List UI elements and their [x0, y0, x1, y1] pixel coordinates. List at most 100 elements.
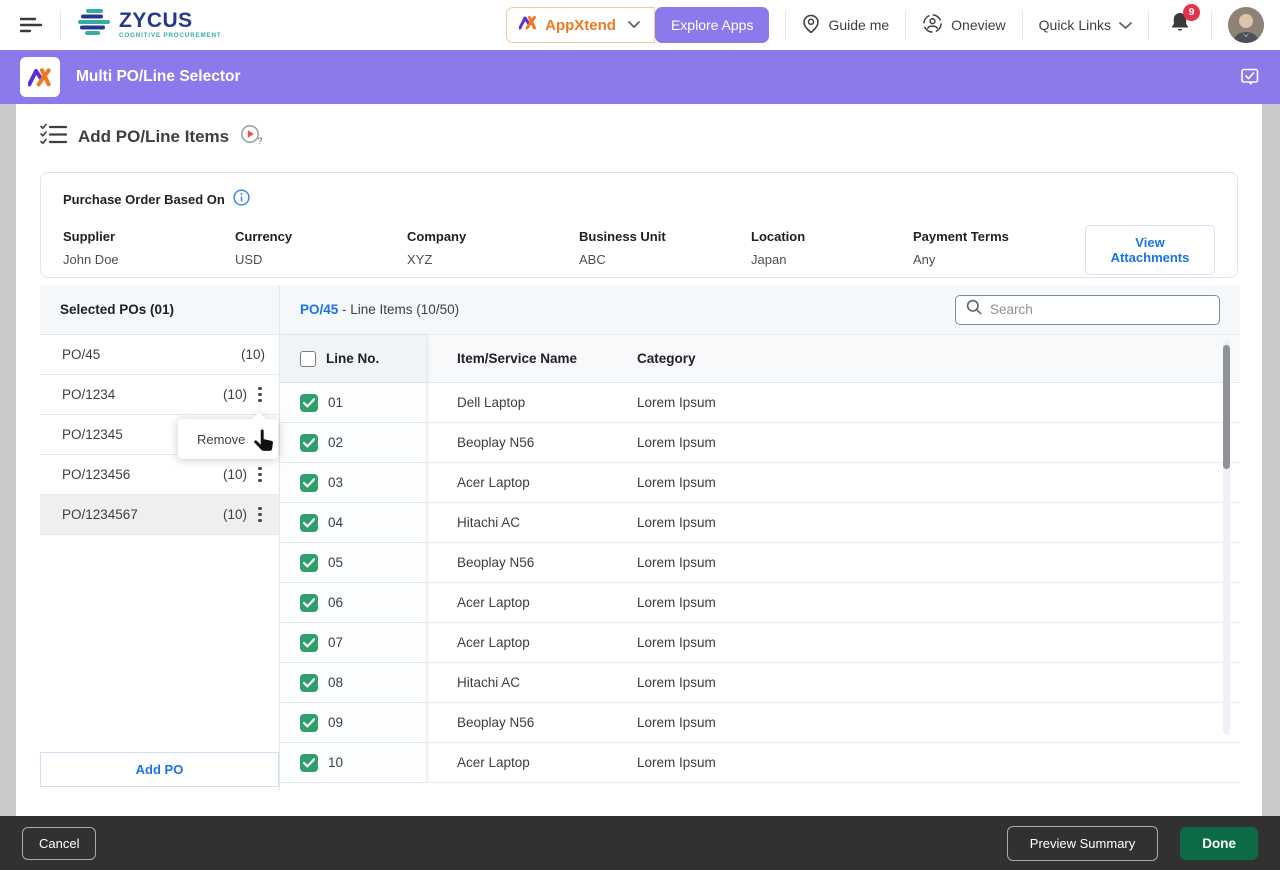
- selected-po-item[interactable]: PO/1234 (10): [40, 375, 279, 415]
- line-items-table-body: 01 Dell Laptop Lorem Ipsum 02 Beoplay N5…: [280, 383, 1240, 783]
- line-item-row[interactable]: 03 Acer Laptop Lorem Ipsum: [280, 463, 1240, 503]
- svg-text:?: ?: [258, 136, 263, 146]
- brand-name: ZYCUS: [119, 10, 222, 31]
- line-items-panel: PO/45 - Line Items (10/50): [280, 285, 1240, 791]
- line-no-cell: 01: [328, 395, 343, 410]
- row-checkbox[interactable]: [300, 674, 318, 692]
- po-card-title: Purchase Order Based On: [63, 192, 225, 207]
- screen: ZYCUS COGNITIVE PROCUREMENT AppXtend E: [0, 0, 1280, 870]
- selected-po-item[interactable]: PO/1234567 (10): [40, 495, 279, 535]
- category-cell: Lorem Ipsum: [637, 555, 1240, 570]
- table-scrollbar: [1223, 339, 1230, 735]
- row-checkbox[interactable]: [300, 714, 318, 732]
- explore-apps-button[interactable]: Explore Apps: [655, 7, 770, 43]
- category-cell: Lorem Ipsum: [637, 755, 1240, 770]
- po-field-value: Any: [913, 252, 1085, 267]
- row-checkbox[interactable]: [300, 514, 318, 532]
- top-bar: ZYCUS COGNITIVE PROCUREMENT AppXtend E: [0, 0, 1280, 50]
- column-item-name: Item/Service Name: [427, 351, 637, 366]
- checklist-icon: [40, 123, 67, 151]
- notification-bell-icon: [1169, 22, 1191, 39]
- selected-po-item[interactable]: PO/45 (10): [40, 335, 279, 375]
- category-cell: Lorem Ipsum: [637, 515, 1240, 530]
- table-header-row: Line No. Item/Service Name Category: [280, 335, 1240, 383]
- line-item-row[interactable]: 10 Acer Laptop Lorem Ipsum: [280, 743, 1240, 783]
- po-field-value: XYZ: [407, 252, 579, 267]
- selected-pos-header: Selected POs (01): [40, 285, 279, 335]
- oneview-label: Oneview: [951, 17, 1005, 33]
- po-field: Company XYZ: [407, 229, 579, 267]
- selected-pos-panel: Selected POs (01) PO/45 (10) PO/1234 (10…: [40, 285, 280, 791]
- selected-pos-title: Selected POs (01): [60, 302, 174, 317]
- item-name-cell: Beoplay N56: [427, 555, 637, 570]
- po-name: PO/1234567: [62, 507, 223, 522]
- item-name-cell: Hitachi AC: [427, 675, 637, 690]
- po-count: (10): [241, 347, 265, 362]
- line-item-row[interactable]: 01 Dell Laptop Lorem Ipsum: [280, 383, 1240, 423]
- po-item-menu-button[interactable]: [251, 504, 269, 526]
- po-item-menu-button[interactable]: [251, 384, 269, 406]
- line-item-row[interactable]: 06 Acer Laptop Lorem Ipsum: [280, 583, 1240, 623]
- item-name-cell: Beoplay N56: [427, 435, 637, 450]
- po-field-label: Company: [407, 229, 579, 244]
- selected-po-item[interactable]: PO/123456 (10): [40, 455, 279, 495]
- hamburger-menu-icon[interactable]: [20, 16, 44, 34]
- user-avatar[interactable]: [1228, 7, 1264, 43]
- category-cell: Lorem Ipsum: [637, 715, 1240, 730]
- view-attachments-button[interactable]: View Attachments: [1085, 225, 1215, 275]
- line-item-row[interactable]: 09 Beoplay N56 Lorem Ipsum: [280, 703, 1240, 743]
- app-banner: Multi PO/Line Selector: [0, 50, 1280, 104]
- chevron-down-icon: [1119, 17, 1132, 33]
- po-name: PO/1234: [62, 387, 223, 402]
- action-bar: Cancel Preview Summary Done: [0, 816, 1280, 870]
- line-item-row[interactable]: 02 Beoplay N56 Lorem Ipsum: [280, 423, 1240, 463]
- row-checkbox[interactable]: [300, 594, 318, 612]
- scrollbar-thumb[interactable]: [1223, 345, 1230, 469]
- guide-me-button[interactable]: Guide me: [802, 14, 889, 37]
- line-no-cell: 08: [328, 675, 343, 690]
- person-circle-icon: [922, 13, 943, 37]
- page-title: Multi PO/Line Selector: [76, 68, 241, 86]
- item-name-cell: Acer Laptop: [427, 475, 637, 490]
- row-checkbox[interactable]: [300, 634, 318, 652]
- po-line-panels: Selected POs (01) PO/45 (10) PO/1234 (10…: [40, 285, 1240, 791]
- add-po-button[interactable]: Add PO: [40, 752, 279, 787]
- category-cell: Lorem Ipsum: [637, 635, 1240, 650]
- row-checkbox[interactable]: [300, 394, 318, 412]
- info-icon[interactable]: [233, 189, 250, 209]
- video-help-icon[interactable]: ?: [240, 124, 264, 151]
- appxtend-dropdown[interactable]: AppXtend: [506, 7, 655, 43]
- select-all-checkbox[interactable]: [300, 351, 316, 367]
- appxtend-label: AppXtend: [545, 17, 616, 34]
- line-item-row[interactable]: 04 Hitachi AC Lorem Ipsum: [280, 503, 1240, 543]
- item-name-cell: Beoplay N56: [427, 715, 637, 730]
- preview-summary-button[interactable]: Preview Summary: [1007, 826, 1158, 861]
- row-checkbox[interactable]: [300, 554, 318, 572]
- divider: [905, 11, 906, 39]
- item-name-cell: Hitachi AC: [427, 515, 637, 530]
- po-field: Business Unit ABC: [579, 229, 751, 267]
- column-line-no: Line No.: [326, 351, 379, 366]
- po-link[interactable]: PO/45: [300, 302, 338, 317]
- po-based-on-card: Purchase Order Based On Supplier John Do…: [40, 172, 1238, 278]
- line-item-row[interactable]: 05 Beoplay N56 Lorem Ipsum: [280, 543, 1240, 583]
- line-item-row[interactable]: 08 Hitachi AC Lorem Ipsum: [280, 663, 1240, 703]
- notifications-button[interactable]: 9: [1169, 11, 1191, 40]
- category-cell: Lorem Ipsum: [637, 675, 1240, 690]
- po-item-menu-button[interactable]: [251, 464, 269, 486]
- line-no-cell: 03: [328, 475, 343, 490]
- quick-links-dropdown[interactable]: Quick Links: [1039, 17, 1132, 33]
- done-button[interactable]: Done: [1180, 827, 1258, 860]
- cancel-button[interactable]: Cancel: [22, 827, 96, 860]
- remove-menu-item[interactable]: Remove: [197, 432, 245, 447]
- row-checkbox[interactable]: [300, 474, 318, 492]
- row-checkbox[interactable]: [300, 434, 318, 452]
- appxtend-switcher: AppXtend Explore Apps: [506, 7, 769, 43]
- line-item-row[interactable]: 07 Acer Laptop Lorem Ipsum: [280, 623, 1240, 663]
- row-checkbox[interactable]: [300, 754, 318, 772]
- po-field-label: Supplier: [63, 229, 235, 244]
- oneview-button[interactable]: Oneview: [922, 13, 1005, 37]
- feedback-icon[interactable]: [1240, 67, 1260, 88]
- search-input[interactable]: [990, 302, 1209, 317]
- po-field: Supplier John Doe: [63, 229, 235, 267]
